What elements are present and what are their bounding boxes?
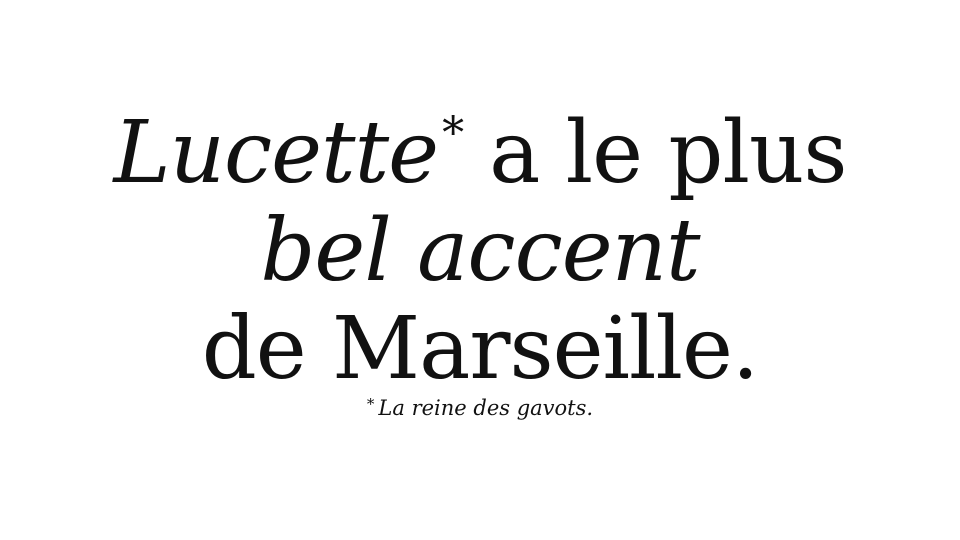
footnote: * La reine des gavots. xyxy=(0,396,960,420)
footnote-mark: * xyxy=(366,395,375,413)
headline: Lucette* a le plus bel accent de Marseill… xyxy=(0,0,960,540)
headline-line-3: de Marseille. xyxy=(201,299,760,399)
headline-name: Lucette xyxy=(113,103,439,203)
headline-line-2: bel accent xyxy=(260,201,700,301)
headline-line-1-rest: a le plus xyxy=(489,103,847,203)
headline-line-1: Lucette* a le plus xyxy=(0,110,960,196)
footnote-text: La reine des gavots. xyxy=(378,396,594,420)
poster-canvas: Lucette* a le plus bel accent de Marseill… xyxy=(0,0,960,540)
headline-asterisk: * xyxy=(442,108,464,159)
